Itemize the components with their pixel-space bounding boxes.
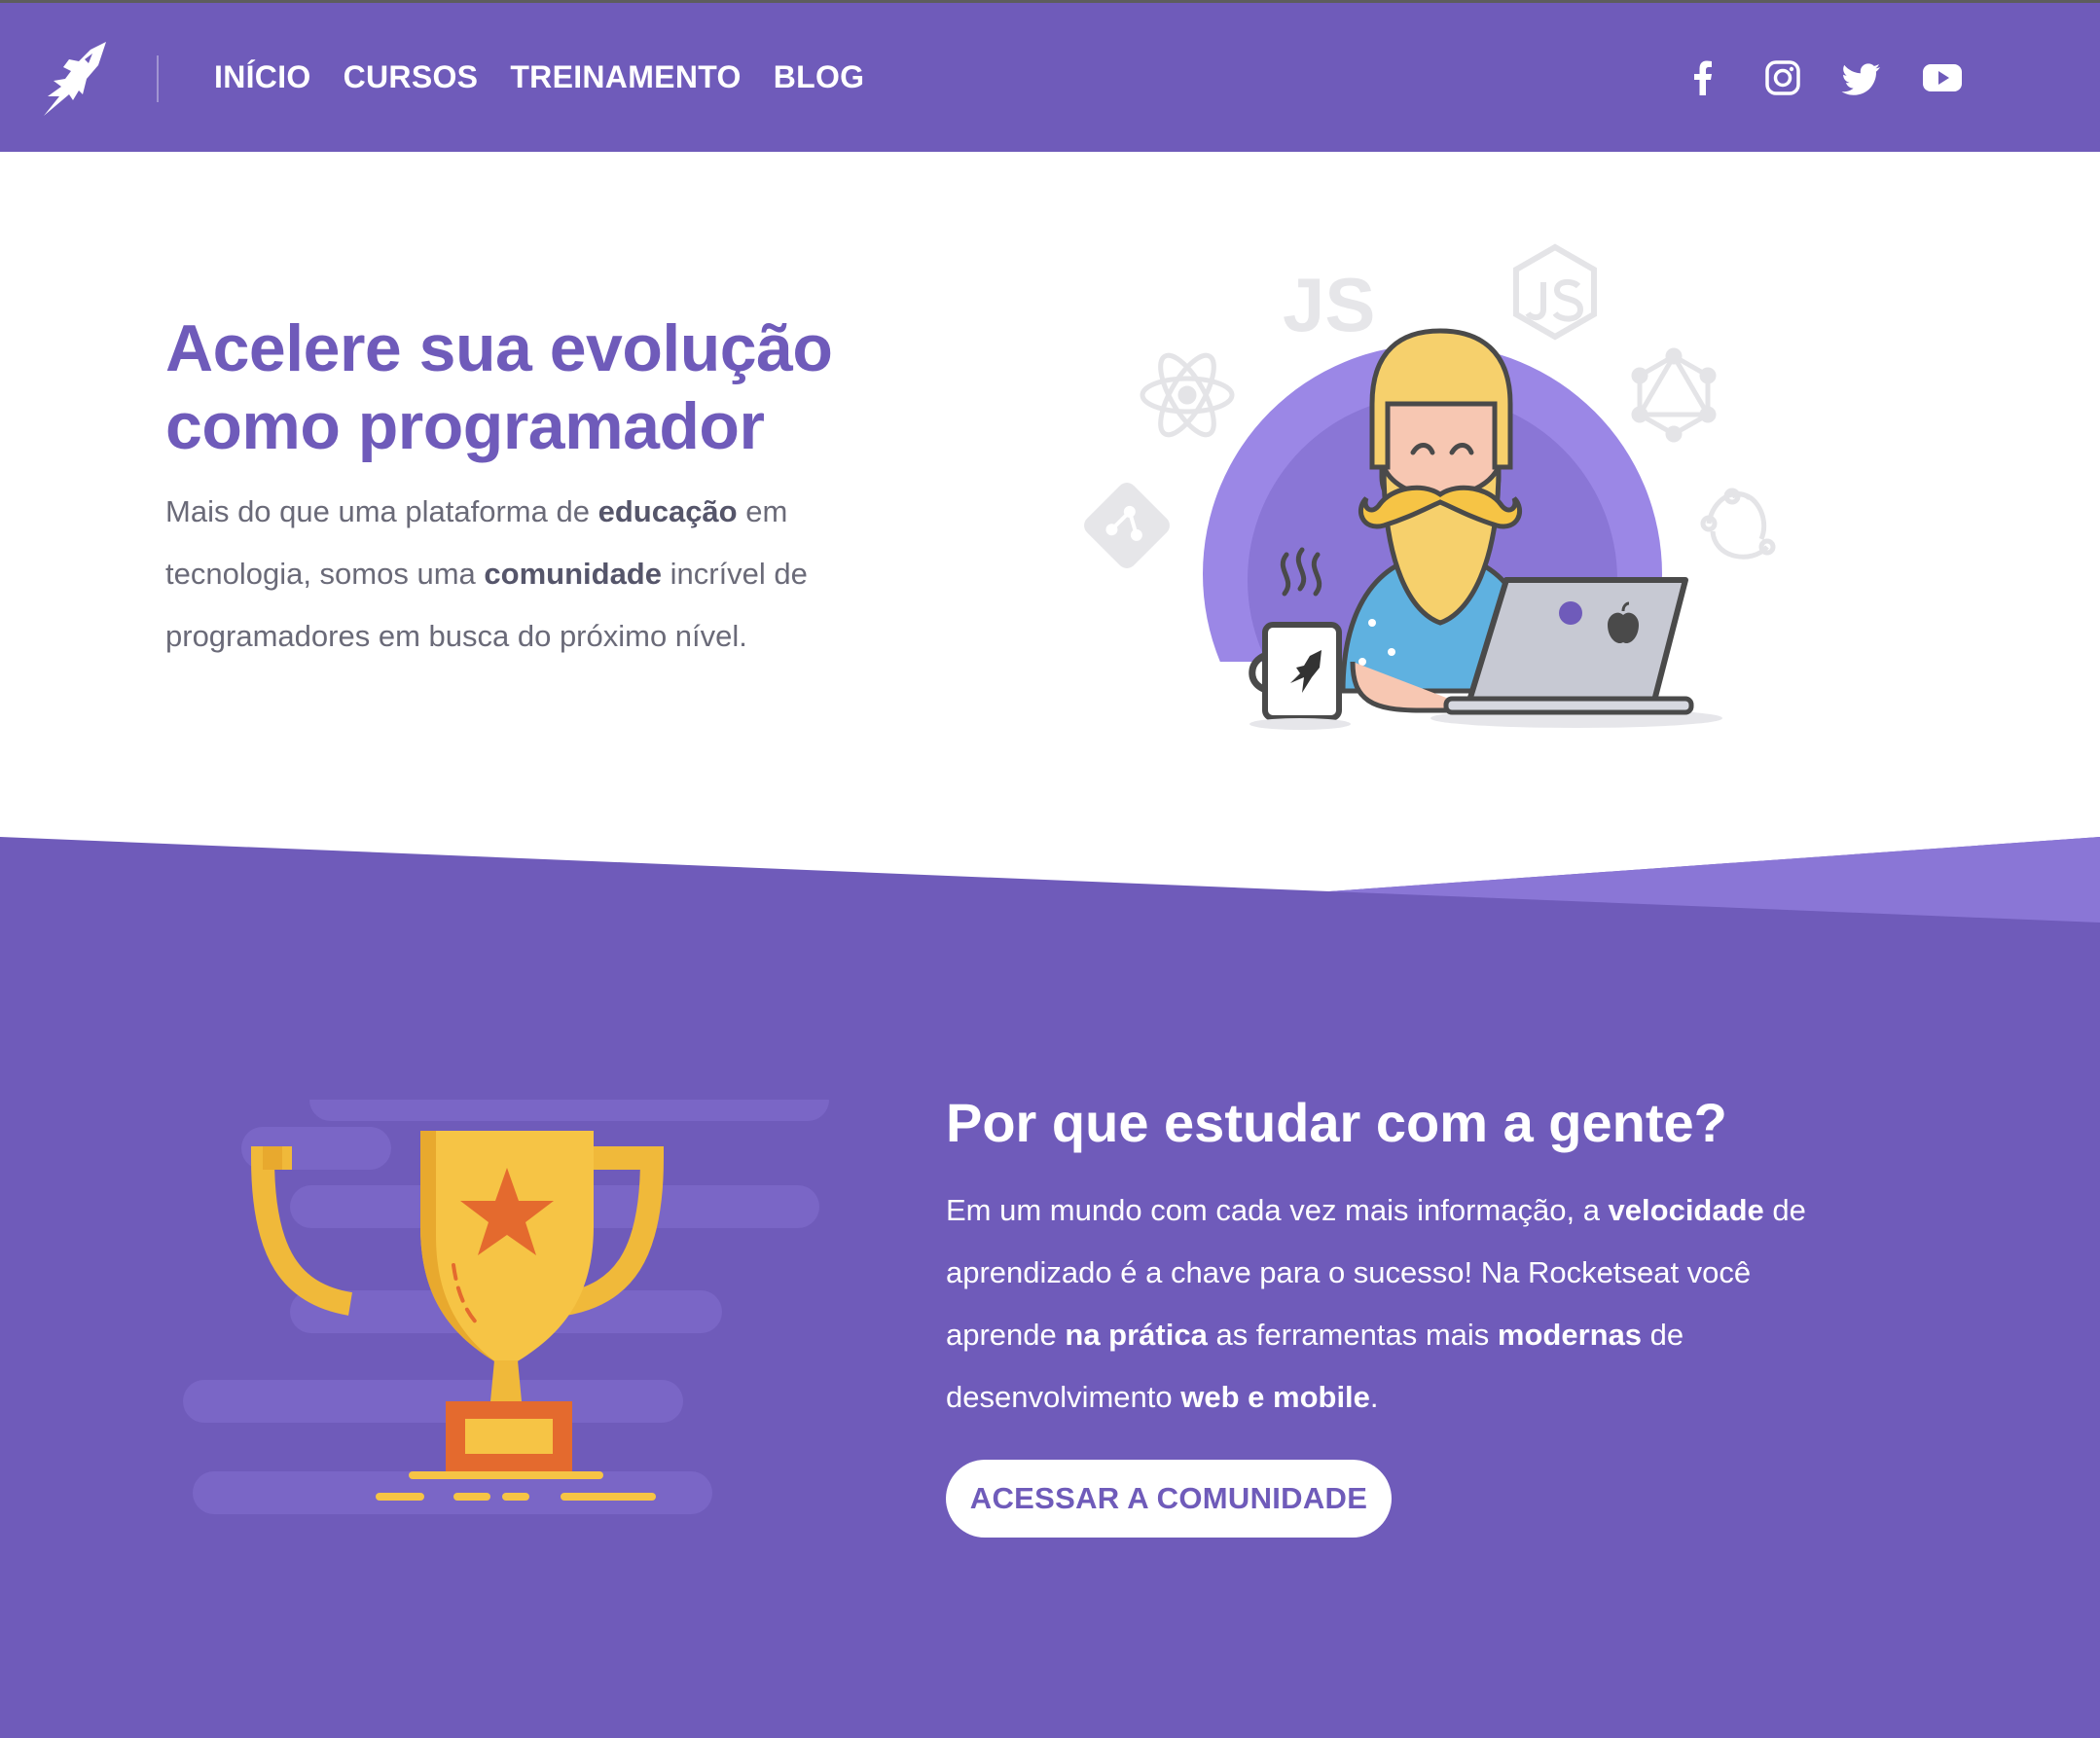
youtube-icon[interactable] [1921,56,1964,99]
redux-logo-icon [1700,488,1776,560]
hero-title: Acelere sua evolução como programador [165,309,833,465]
nav-inicio[interactable]: INÍCIO [214,59,311,95]
hero-text-bold-comunidade: comunidade [484,557,662,591]
nodejs-logo-icon [1513,243,1597,341]
social-links [1682,3,1964,152]
nav-blog[interactable]: BLOG [774,59,865,95]
site-header: INÍCIO CURSOS TREINAMENTO BLOG [0,3,2100,152]
developer-illustration: JS [1070,234,1810,804]
git-logo-icon [1084,483,1170,568]
nav-treinamento[interactable]: TREINAMENTO [510,59,741,95]
graphql-logo-icon [1631,347,1717,443]
hero-title-line2: como programador [165,389,765,463]
hero-title-line1: Acelere sua evolução [165,311,833,385]
instagram-icon[interactable] [1761,56,1804,99]
why-text-5: . [1369,1380,1379,1414]
react-logo-icon [1140,352,1235,438]
js-logo-icon: JS [1283,262,1375,347]
why-text-1: Em um mundo com cada vez mais informação… [946,1193,1609,1227]
nav-cursos[interactable]: CURSOS [344,59,479,95]
why-text-bold-velocidade: velocidade [1608,1193,1764,1227]
header-divider [157,55,159,102]
why-text-3: as ferramentas mais [1207,1318,1498,1352]
hero-text-bold-educacao: educação [597,494,738,528]
why-text-bold-na-pratica: na prática [1065,1318,1208,1352]
why-text-bold-modernas: modernas [1497,1318,1643,1352]
trophy-illustration [175,1078,856,1518]
rocketseat-logo-icon[interactable] [40,40,110,120]
main-nav: INÍCIO CURSOS TREINAMENTO BLOG [214,3,864,152]
why-title: Por que estudar com a gente? [946,1092,1727,1153]
mug-icon [1249,622,1351,730]
access-community-button[interactable]: ACESSAR A COMUNIDADE [946,1460,1392,1538]
why-text-bold-web-mobile: web e mobile [1180,1380,1370,1414]
twitter-icon[interactable] [1841,56,1884,99]
why-description: Em um mundo com cada vez mais informação… [946,1179,1861,1429]
hero-description: Mais do que uma plataforma de educação e… [165,481,866,668]
facebook-icon[interactable] [1682,56,1724,99]
hero-text-1: Mais do que uma plataforma de [165,494,598,528]
